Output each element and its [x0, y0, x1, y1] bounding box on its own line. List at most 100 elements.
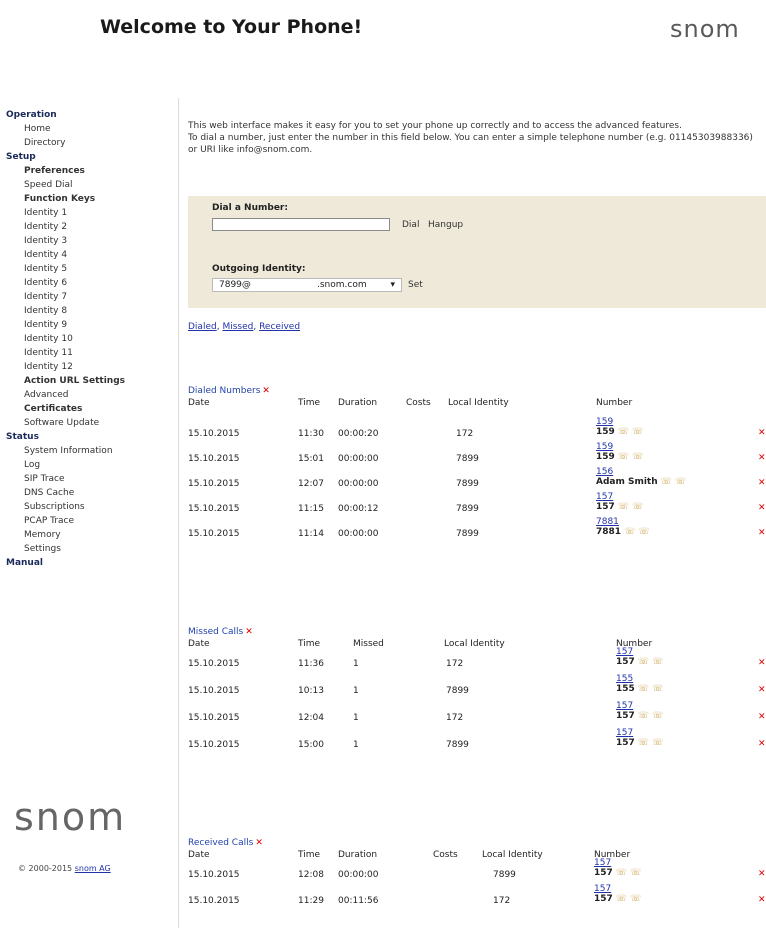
delete-x-icon[interactable]: ✕: [758, 503, 766, 513]
delete-x-icon[interactable]: ✕: [262, 386, 270, 396]
cell-date: 15.10.2015: [188, 686, 240, 696]
sidebar-group-1[interactable]: Setup: [6, 150, 166, 164]
phone-icon[interactable]: ☏: [652, 738, 663, 748]
delete-x-icon[interactable]: ✕: [758, 739, 766, 749]
outgoing-identity-select[interactable]: 7899@ .snom.com ▾: [212, 278, 402, 292]
sidebar-group-3[interactable]: Manual: [6, 556, 166, 570]
sidebar-item[interactable]: Home: [6, 122, 166, 136]
phone-icon[interactable]: ☏: [632, 502, 643, 512]
set-button[interactable]: Set: [408, 280, 423, 290]
sidebar-item[interactable]: Identity 5: [6, 262, 166, 276]
sidebar-item[interactable]: Subscriptions: [6, 500, 166, 514]
cell-number: 7881 7881 ☏ ☏: [596, 517, 650, 537]
sidebar-item[interactable]: Identity 8: [6, 304, 166, 318]
delete-x-icon[interactable]: ✕: [758, 685, 766, 695]
delete-x-icon[interactable]: ✕: [758, 869, 766, 879]
delete-x-icon[interactable]: ✕: [255, 838, 263, 848]
hangup-button[interactable]: Hangup: [428, 220, 463, 230]
number-link[interactable]: 157: [616, 647, 663, 657]
phone-icon[interactable]: ☏: [638, 711, 649, 721]
received-link[interactable]: Received: [259, 322, 300, 332]
number-link[interactable]: 155: [616, 674, 663, 684]
phone-icon[interactable]: ☏: [652, 684, 663, 694]
phone-icon[interactable]: ☏: [616, 894, 627, 904]
delete-x-icon[interactable]: ✕: [758, 658, 766, 668]
sidebar-item[interactable]: Directory: [6, 136, 166, 150]
sidebar-item[interactable]: Function Keys: [6, 192, 166, 206]
snom-ag-link[interactable]: snom AG: [75, 864, 111, 873]
delete-x-icon[interactable]: ✕: [758, 895, 766, 905]
sidebar-item[interactable]: Identity 2: [6, 220, 166, 234]
phone-icon[interactable]: ☏: [652, 657, 663, 667]
dial-number-input[interactable]: [212, 218, 390, 231]
phone-icon[interactable]: ☏: [618, 427, 629, 437]
phone-icon[interactable]: ☏: [616, 868, 627, 878]
phone-icon[interactable]: ☏: [652, 711, 663, 721]
sidebar-item[interactable]: Identity 9: [6, 318, 166, 332]
missed-link[interactable]: Missed: [222, 322, 253, 332]
phone-icon[interactable]: ☏: [632, 452, 643, 462]
phone-icon[interactable]: ☏: [675, 477, 686, 487]
number-link[interactable]: 159: [596, 442, 643, 452]
copyright: © 2000-2015 snom AG: [18, 864, 111, 873]
number-link[interactable]: 7881: [596, 517, 650, 527]
phone-icon[interactable]: ☏: [624, 527, 635, 537]
number-value: 159 ☏ ☏: [596, 427, 643, 437]
cell-identity: 7899: [493, 870, 516, 880]
sidebar-item[interactable]: System Information: [6, 444, 166, 458]
phone-icon[interactable]: ☏: [638, 738, 649, 748]
number-text: 159: [596, 452, 615, 462]
delete-x-icon[interactable]: ✕: [245, 627, 253, 637]
sidebar-group-2[interactable]: Status: [6, 430, 166, 444]
number-link[interactable]: 157: [596, 492, 643, 502]
cell-duration: 00:00:00: [338, 870, 379, 880]
sidebar-item[interactable]: Action URL Settings: [6, 374, 166, 388]
sidebar-item[interactable]: Settings: [6, 542, 166, 556]
number-link[interactable]: 157: [594, 884, 641, 894]
sidebar-item[interactable]: Speed Dial: [6, 178, 166, 192]
phone-icon[interactable]: ☏: [618, 502, 629, 512]
sidebar-item[interactable]: Identity 6: [6, 276, 166, 290]
delete-x-icon[interactable]: ✕: [758, 478, 766, 488]
sidebar-item[interactable]: Identity 7: [6, 290, 166, 304]
number-text: 157: [616, 657, 635, 667]
dialed-link[interactable]: Dialed: [188, 322, 217, 332]
sidebar-item[interactable]: DNS Cache: [6, 486, 166, 500]
sidebar-item[interactable]: SIP Trace: [6, 472, 166, 486]
phone-icon[interactable]: ☏: [638, 684, 649, 694]
number-link[interactable]: 157: [616, 701, 663, 711]
sidebar-item[interactable]: Preferences: [6, 164, 166, 178]
phone-icon[interactable]: ☏: [661, 477, 672, 487]
cell-time: 11:36: [298, 659, 324, 669]
delete-x-icon[interactable]: ✕: [758, 528, 766, 538]
number-link[interactable]: 157: [616, 728, 663, 738]
sidebar-item[interactable]: Memory: [6, 528, 166, 542]
sidebar-item[interactable]: Software Update: [6, 416, 166, 430]
sidebar-item[interactable]: Identity 10: [6, 332, 166, 346]
phone-icon[interactable]: ☏: [630, 868, 641, 878]
number-link[interactable]: 156: [596, 467, 686, 477]
sidebar-item[interactable]: Identity 11: [6, 346, 166, 360]
phone-icon[interactable]: ☏: [638, 527, 649, 537]
sidebar-item[interactable]: Identity 12: [6, 360, 166, 374]
phone-icon[interactable]: ☏: [618, 452, 629, 462]
sidebar-item[interactable]: Identity 3: [6, 234, 166, 248]
number-text: 157: [594, 868, 613, 878]
sidebar-item[interactable]: Log: [6, 458, 166, 472]
sidebar-group-0[interactable]: Operation: [6, 108, 166, 122]
delete-x-icon[interactable]: ✕: [758, 428, 766, 438]
delete-x-icon[interactable]: ✕: [758, 712, 766, 722]
copyright-text: © 2000-2015: [18, 864, 73, 873]
sidebar-item[interactable]: Identity 4: [6, 248, 166, 262]
number-link[interactable]: 159: [596, 417, 643, 427]
phone-icon[interactable]: ☏: [638, 657, 649, 667]
sidebar-item[interactable]: PCAP Trace: [6, 514, 166, 528]
phone-icon[interactable]: ☏: [630, 894, 641, 904]
sidebar-item[interactable]: Certificates: [6, 402, 166, 416]
number-link[interactable]: 157: [594, 858, 641, 868]
delete-x-icon[interactable]: ✕: [758, 453, 766, 463]
phone-icon[interactable]: ☏: [632, 427, 643, 437]
dial-button[interactable]: Dial: [402, 220, 419, 230]
sidebar-item[interactable]: Identity 1: [6, 206, 166, 220]
sidebar-item[interactable]: Advanced: [6, 388, 166, 402]
